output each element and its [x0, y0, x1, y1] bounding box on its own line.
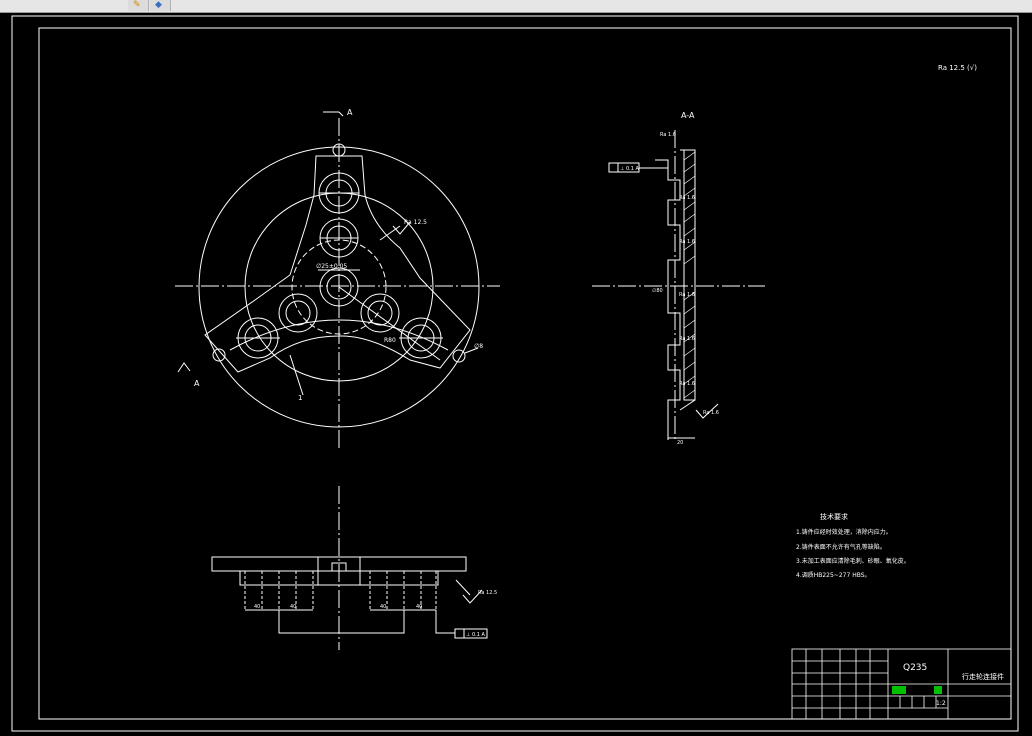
- tech-requirement-item: 3.未加工表面应清除毛刺、砂眼、氧化皮。: [796, 557, 910, 565]
- bottom-dim: 40: [254, 604, 260, 610]
- section-title: A-A: [681, 111, 695, 120]
- section-datum-frame: ⊥ 0.1 A: [620, 166, 639, 172]
- roughness-label: Ra 1.6: [679, 292, 695, 298]
- part-name-label: 行走轮连接件: [962, 672, 1004, 681]
- cad-drawing[interactable]: Ra 12.5 (√) ∅25±0.05 Ra 12.5 ∅8 R80 1 A …: [0, 13, 1032, 736]
- pencil-icon[interactable]: ✎: [128, 0, 149, 11]
- roughness-label: Ra 1.6: [679, 239, 695, 245]
- side-hole-callout: ∅8: [474, 343, 483, 350]
- bottom-dim: 40: [290, 604, 296, 610]
- section-diameter: ∅80: [652, 288, 663, 294]
- bottom-datum-frame: ⊥ 0.1 A: [466, 632, 485, 638]
- roughness-label: Ra 1.6: [679, 381, 695, 387]
- tech-requirement-item: 4.调质HB225~277 HBS。: [796, 571, 871, 579]
- tech-requirements-title: 技术要求: [820, 512, 848, 521]
- app-toolbar: ✎ ◆: [0, 0, 1032, 13]
- leader-label: 1: [298, 394, 302, 402]
- section-bottom-dim: 20: [677, 440, 683, 446]
- center-hole-callout: ∅25±0.05: [316, 263, 347, 270]
- outer-frame-border: [11, 15, 1019, 732]
- bottom-view: 40 40 40 40 ⊥ 0.1 A Ra 12.5: [211, 486, 497, 650]
- title-block: Q235 行走轮连接件 1:2: [791, 648, 1012, 720]
- roughness-label: Ra 1.6: [679, 336, 695, 342]
- bottom-dim: 40: [416, 604, 422, 610]
- tech-requirement-item: 1.铸件应经时效处理，消除内应力。: [796, 528, 892, 536]
- front-view: ∅25±0.05 Ra 12.5 ∅8 R80 1 A A: [175, 108, 500, 450]
- radius-dimension: R80: [384, 337, 396, 344]
- inner-frame-border: [38, 27, 1012, 720]
- surface-finish-note: Ra 12.5 (√): [938, 64, 977, 72]
- material-label: Q235: [903, 663, 927, 673]
- tech-requirements: 技术要求 1.铸件应经时效处理，消除内应力。 2.铸件表面不允许有气孔等缺陷。 …: [796, 512, 910, 579]
- roughness-label: Ra 1.6: [660, 132, 676, 138]
- tech-requirement-item: 2.铸件表面不允许有气孔等缺陷。: [796, 543, 886, 551]
- layer-icon[interactable]: ◆: [150, 0, 171, 11]
- bottom-roughness: Ra 12.5: [478, 590, 497, 596]
- scale-label: 1:2: [936, 700, 946, 707]
- section-marker-bottom: A: [194, 379, 200, 388]
- section-marker-top: A: [347, 108, 353, 117]
- section-view: A-A ⊥ 0.1 A Ra 1.6 Ra 1.6 Ra 1.6 Ra 1.6 …: [592, 111, 765, 446]
- front-roughness: Ra 12.5: [404, 219, 427, 226]
- roughness-label: Ra 1.6: [679, 195, 695, 201]
- bottom-dim: 40: [380, 604, 386, 610]
